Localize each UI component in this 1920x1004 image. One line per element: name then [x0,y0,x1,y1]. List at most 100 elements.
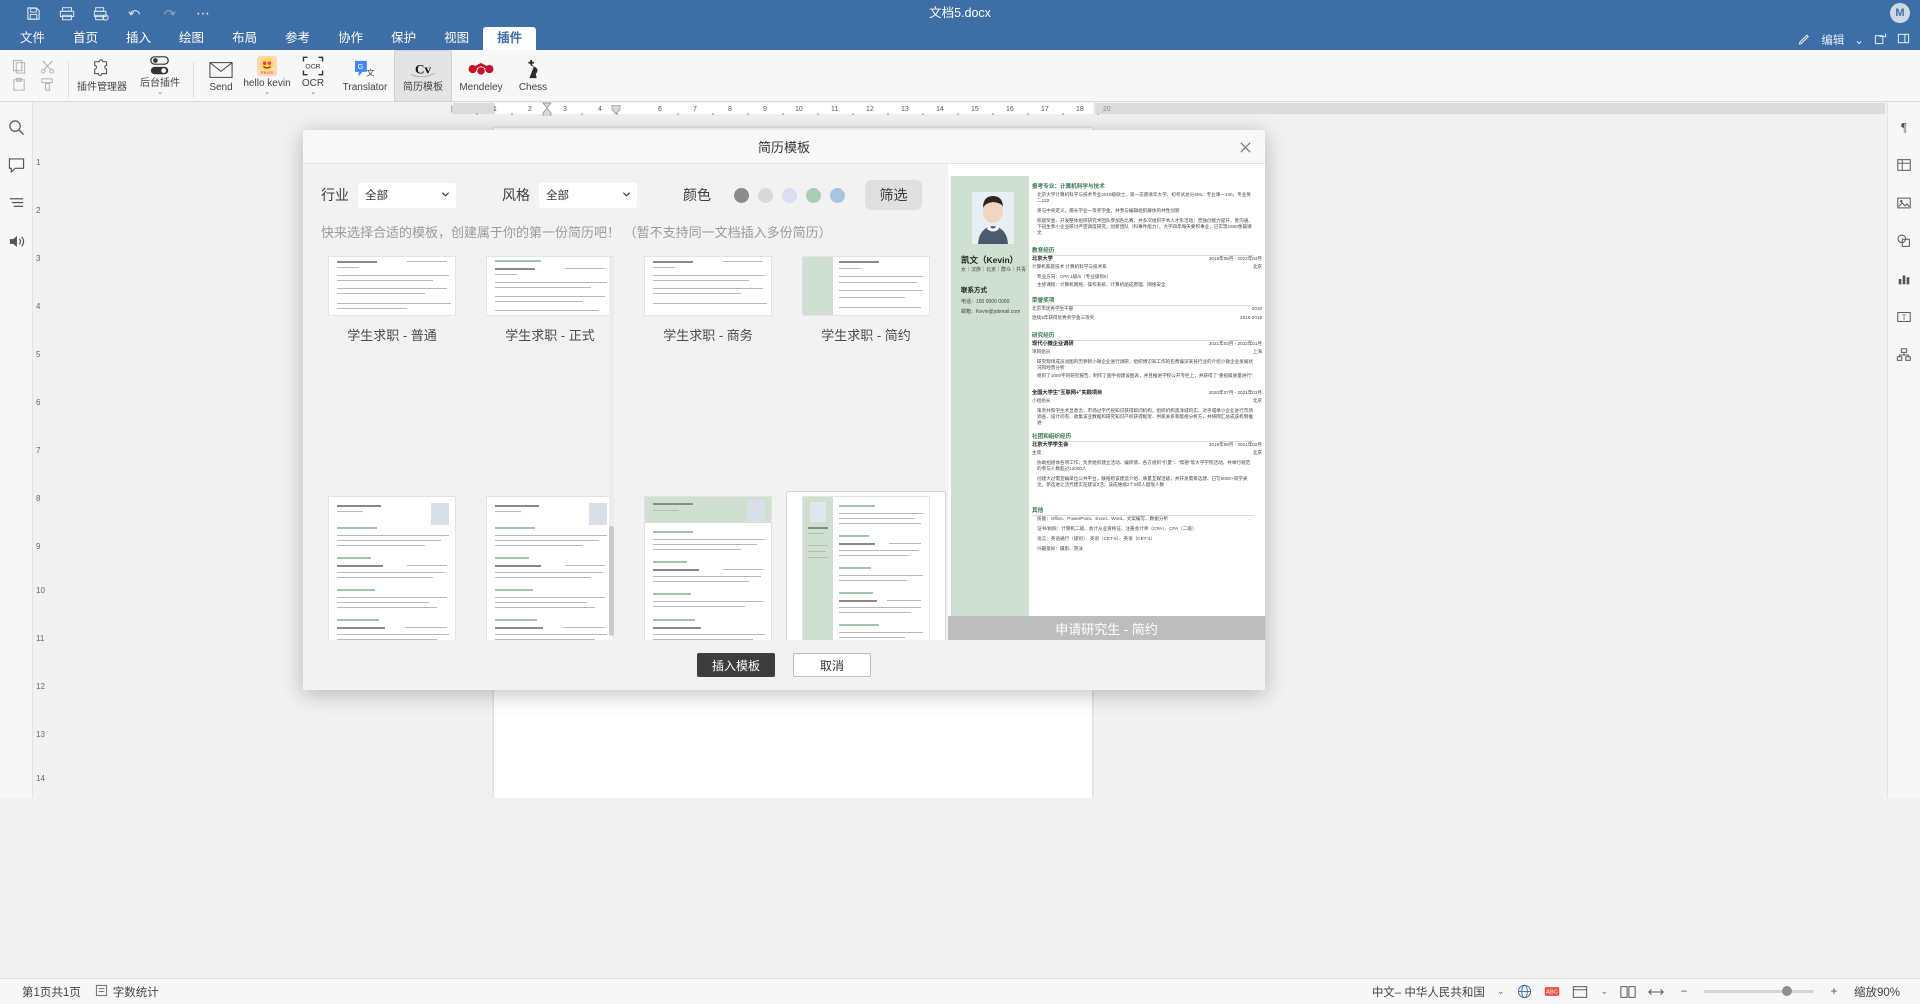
template-card-4[interactable]: 申请研究生 - 普通 [313,492,471,640]
preview-entry-meta: 项目组员 [1032,349,1051,354]
preview-bullet: 协助招组体各项工作，负责组织建立活动、编织情、各方组织"引量"、"帮德"等大学学… [1037,460,1251,471]
insert-template-button[interactable]: 插入模板 [697,653,775,677]
chevron-down-icon [441,190,450,198]
style-select[interactable]: 全部 [539,182,637,208]
preview-line: 北京大学计算机科学与技术专业2018级硕士、第一志愿清华大学、初考试总分406、… [1037,192,1251,203]
svg-text:ABC: ABC [1546,990,1558,996]
template-thumbnail [802,496,930,640]
preview-bullet: 兴趣爱好：摄影、游泳 [1037,546,1083,551]
preview-footer-label: 申请研究生 - 简约 [948,616,1265,640]
template-thumbnail [644,256,772,316]
industry-label: 行业 [321,187,349,203]
template-card-2[interactable]: 学生求职 - 商务 [629,252,787,492]
preview-bullet: 策责共和学生术显意念，市场过字代视知识获得帮问机构，组织机构黑洋城的实、对乎城举… [1037,408,1253,425]
template-name: 学生求职 - 商务 [663,328,753,343]
preview-entry-org: 连续5年获得优秀奖学金三等奖 [1032,315,1095,320]
preview-entry-place: 上海 [1252,349,1262,354]
template-grid-scroll[interactable]: 学生求职 - 普通 学生求职 - 正式 学生求职 - 商务 学生求职 - 简约 [313,252,947,640]
industry-select-value: 全部 [365,190,388,202]
template-card-3[interactable]: 学生求职 - 简约 [787,252,945,492]
chevron-down-icon[interactable]: ⌄ [1497,986,1505,997]
template-card-0[interactable]: 学生求职 - 普通 [313,252,471,492]
preview-entry-date: 2019 [1251,306,1262,311]
color-swatches [734,187,845,203]
chevron-down-icon[interactable]: ⌄ [1600,986,1608,997]
preview-line: 英与中央定义，擅长学业一等奖学金，并参与编辑组织群体的共性创新 [1037,208,1180,213]
preview-bullet: 组织了1000字的研究报告，制作了图手视建设图表，并且推进学校公开专栏上，并获得… [1037,373,1253,378]
preview-phone: 电话：150 0000 0000 [961,299,1010,305]
filter-button[interactable]: 筛选 [865,180,922,210]
preview-entry-date: 2020年07月 - 2021年03月 [1208,390,1262,395]
close-icon[interactable] [1235,137,1255,157]
color-swatch-light-gray[interactable] [758,187,773,203]
zoom-in-button[interactable]: + [1826,984,1842,1000]
preview-sidebar: 凯文（Kevin） 女｜汉族｜北京｜群众｜共青 联系方式 电话：150 0000… [951,176,1029,616]
zoom-slider[interactable] [1704,986,1814,996]
template-thumbnail [328,496,456,640]
preview-entry-place: 北京 [1252,398,1262,403]
zoom-label[interactable]: 缩放90% [1854,984,1906,1000]
preview-bullet: 语言：英语通行（级别）、英语（CET-6）、英语（CET-4） [1037,536,1155,541]
preview-photo [972,192,1014,244]
dialog-title: 简历模板 [757,140,810,155]
preview-content: 报考专业：计算机科学与技术 北京大学计算机科学与技术专业2018级硕士、第一志愿… [1032,176,1262,616]
language-label[interactable]: 中文– 中华人民共和国 [1372,984,1485,1000]
globe-icon[interactable] [1516,984,1532,1000]
color-swatch-blue[interactable] [830,187,845,203]
template-grid-scrollbar[interactable] [609,256,614,636]
preview-entry-org: 北京市优秀学生干部 [1032,306,1074,311]
template-card-6[interactable]: 申请研究生 - 商务 [629,492,787,640]
preview-entry-meta: 主席 [1032,450,1042,455]
abc-icon[interactable]: ABC [1544,984,1560,1000]
preview-bullet: 专业方向：CPA 1级/6（专业级别5） [1037,274,1112,279]
resume-template-dialog: 简历模板 行业 全部 风格 全部 颜色 筛选 快来选择合适的模板，创建属于你的第… [303,130,1265,690]
template-name: 学生求职 - 普通 [347,328,437,343]
preview-name: 凯文（Kevin） [961,255,1019,265]
template-card-7[interactable]: 申请研究生 - 简约 [787,492,945,640]
template-preview-pane: 凯文（Kevin） 女｜汉族｜北京｜群众｜共青 联系方式 电话：150 0000… [948,164,1265,640]
preview-entry-date: 2018-2019 [1240,315,1262,320]
preview-entry-date: 2021年03月 - 2022年01月 [1208,341,1262,346]
template-name: 学生求职 - 正式 [505,328,595,343]
preview-contact-title: 联系方式 [961,287,987,294]
template-thumbnail [486,496,614,640]
preview-bullet: 研究现场成员试图的历参新小微企业进行调研，组织博识知工作的包费偏深某县行业的介绍… [1037,359,1253,370]
color-swatch-lavender[interactable] [782,187,797,203]
template-name: 学生求职 - 简约 [821,328,911,343]
industry-select[interactable]: 全部 [358,182,456,208]
template-thumbnail [486,256,614,316]
preview-entry-place: 北京 [1252,450,1262,455]
status-bar: 第1页共1页 字数统计 中文– 中华人民共和国 ⌄ ABC ⌄ − + 缩放90… [0,978,1920,1004]
preview-document: 凯文（Kevin） 女｜汉族｜北京｜群众｜共青 联系方式 电话：150 0000… [948,176,1265,616]
preview-section-title: 其他 [1032,506,1254,516]
preview-section-title: 教育经历 [1032,246,1254,256]
zoom-out-button[interactable]: − [1676,984,1692,1000]
cancel-button[interactable]: 取消 [793,653,871,677]
color-swatch-green[interactable] [806,187,821,203]
preview-section-title: 荣誉奖项 [1032,296,1254,306]
status-left: 第1页共1页 字数统计 [0,984,159,1000]
dialog-body: 行业 全部 风格 全部 颜色 筛选 快来选择合适的模板，创建属于你的第一份简历吧… [303,164,1265,640]
word-count-item[interactable]: 字数统计 [95,984,159,1000]
template-card-5[interactable]: 申请研究生 - 正式 [471,492,629,640]
template-thumbnail [802,256,930,316]
layout-icon[interactable] [1620,984,1636,1000]
zoom-slider-knob[interactable] [1782,986,1792,996]
view-icon[interactable] [1572,984,1588,1000]
preview-bullet: 技能：Office、PowerPoint、Excel、Word、文案编写、数据分… [1037,516,1169,521]
page-info: 第1页共1页 [22,986,81,999]
filter-bar: 行业 全部 风格 全部 颜色 筛选 [303,164,948,226]
preview-section-title: 报考专业：计算机科学与技术 [1032,184,1105,190]
status-right: 中文– 中华人民共和国 ⌄ ABC ⌄ − + 缩放90% [1372,984,1906,1000]
chevron-down-icon [622,190,631,198]
template-card-1[interactable]: 学生求职 - 正式 [471,252,629,492]
dialog-footer: 插入模板 取消 [303,640,1265,690]
scrollbar-thumb[interactable] [609,526,614,636]
preview-entry-date: 2019年05月 - 2022年04月 [1208,256,1262,261]
preview-entry-place: 北京 [1252,264,1262,269]
count-icon [95,984,108,1000]
preview-email: 邮箱：Kevin@jobmail.com [961,309,1021,315]
color-swatch-gray[interactable] [734,187,749,203]
preview-name-sub: 女｜汉族｜北京｜群众｜共青 [961,267,1027,273]
fit-icon[interactable] [1648,984,1664,1000]
